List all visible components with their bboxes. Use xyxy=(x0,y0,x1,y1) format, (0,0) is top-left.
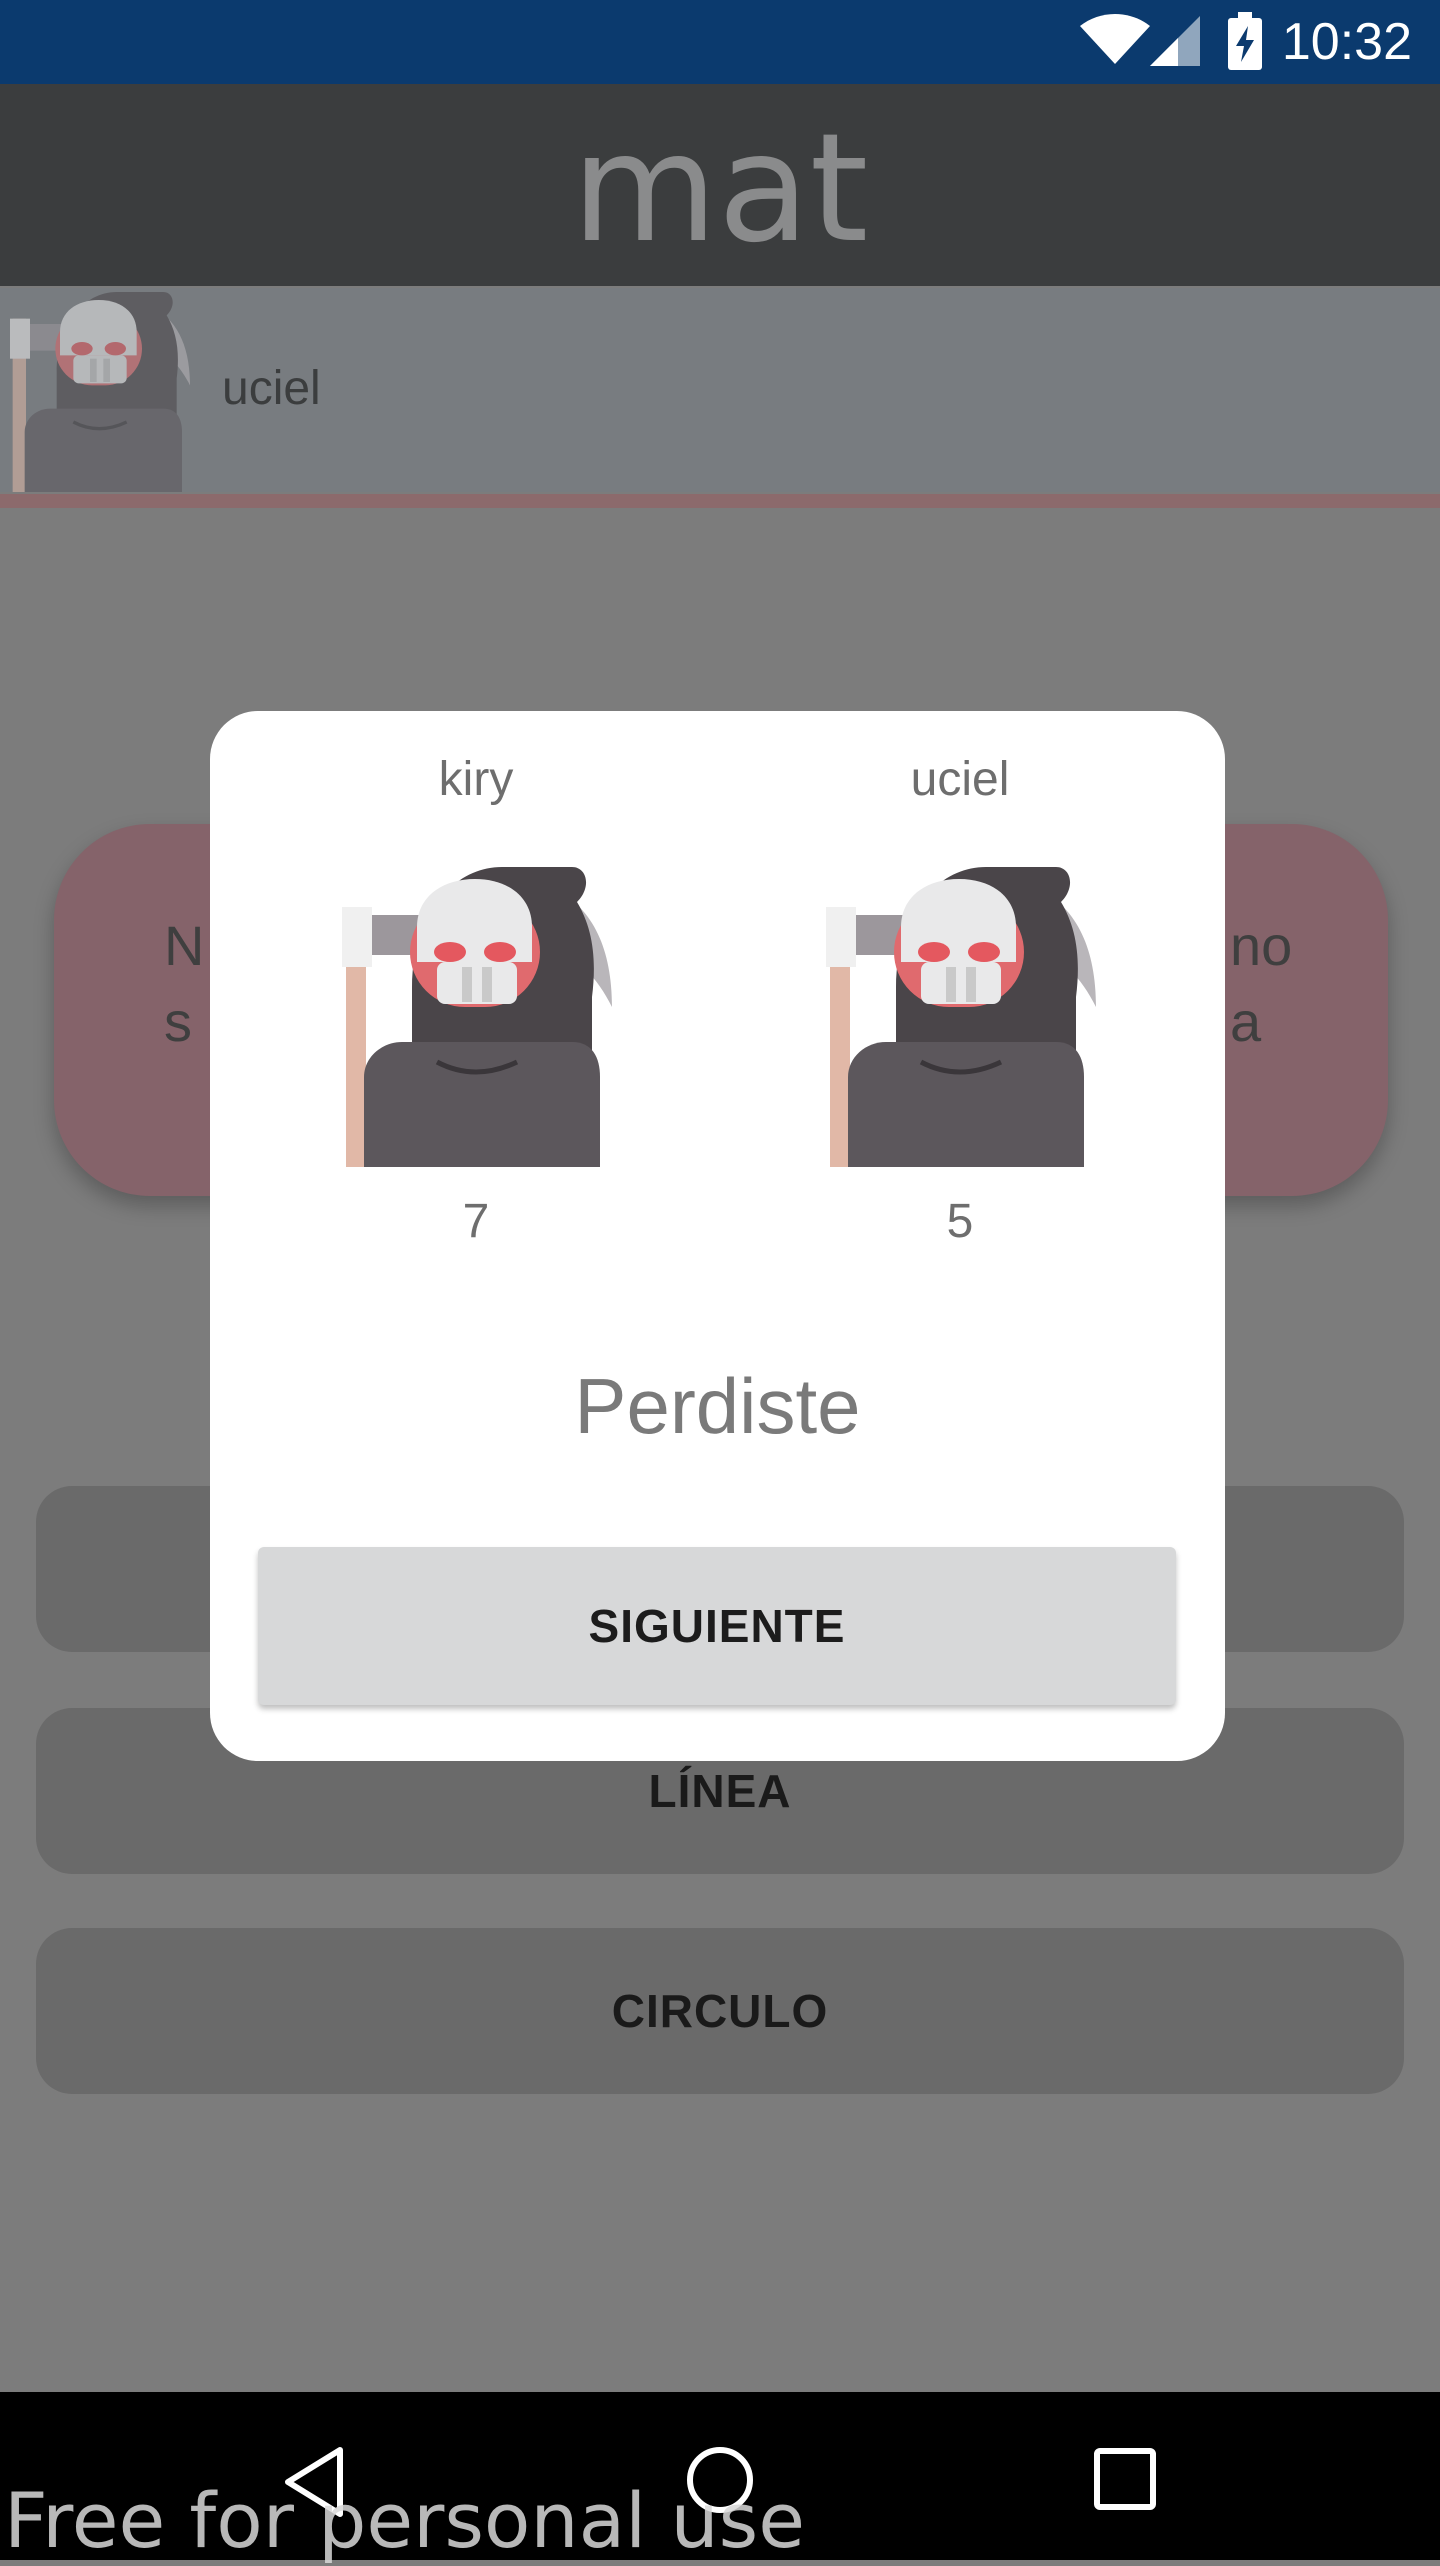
result-dialog: kiry 7 uciel 5 Perdiste SIGUIENTE xyxy=(210,711,1225,1761)
player-1-name: kiry xyxy=(438,753,514,806)
current-player-name: uciel xyxy=(222,362,321,415)
status-time: 10:32 xyxy=(1281,13,1412,71)
grim-reaper-avatar xyxy=(342,867,612,1167)
wifi-icon xyxy=(1080,14,1150,64)
status-bar: 10:32 xyxy=(0,0,1440,84)
watermark-text: Free for personal use xyxy=(4,2476,805,2565)
app-title: mat xyxy=(571,102,869,276)
right-option-text: no a xyxy=(1230,914,1293,1053)
recents-icon[interactable] xyxy=(1094,2448,1156,2510)
circle-mode-button[interactable]: CIRCULO xyxy=(36,1928,1404,2094)
player-2-score: 5 xyxy=(946,1195,974,1248)
app-bar: mat xyxy=(0,84,1440,286)
next-button[interactable]: SIGUIENTE xyxy=(258,1547,1176,1705)
player-2-name: uciel xyxy=(910,753,1010,806)
player-underline xyxy=(0,494,1440,508)
left-option-text: N s xyxy=(164,914,205,1053)
grim-reaper-avatar xyxy=(10,290,190,492)
result-text: Perdiste xyxy=(574,1362,861,1450)
signal-icon xyxy=(1150,16,1200,66)
player-1-score: 7 xyxy=(462,1195,490,1248)
battery-charging-icon xyxy=(1228,12,1262,70)
current-player-row: uciel xyxy=(0,288,1440,492)
grim-reaper-avatar xyxy=(826,867,1096,1167)
